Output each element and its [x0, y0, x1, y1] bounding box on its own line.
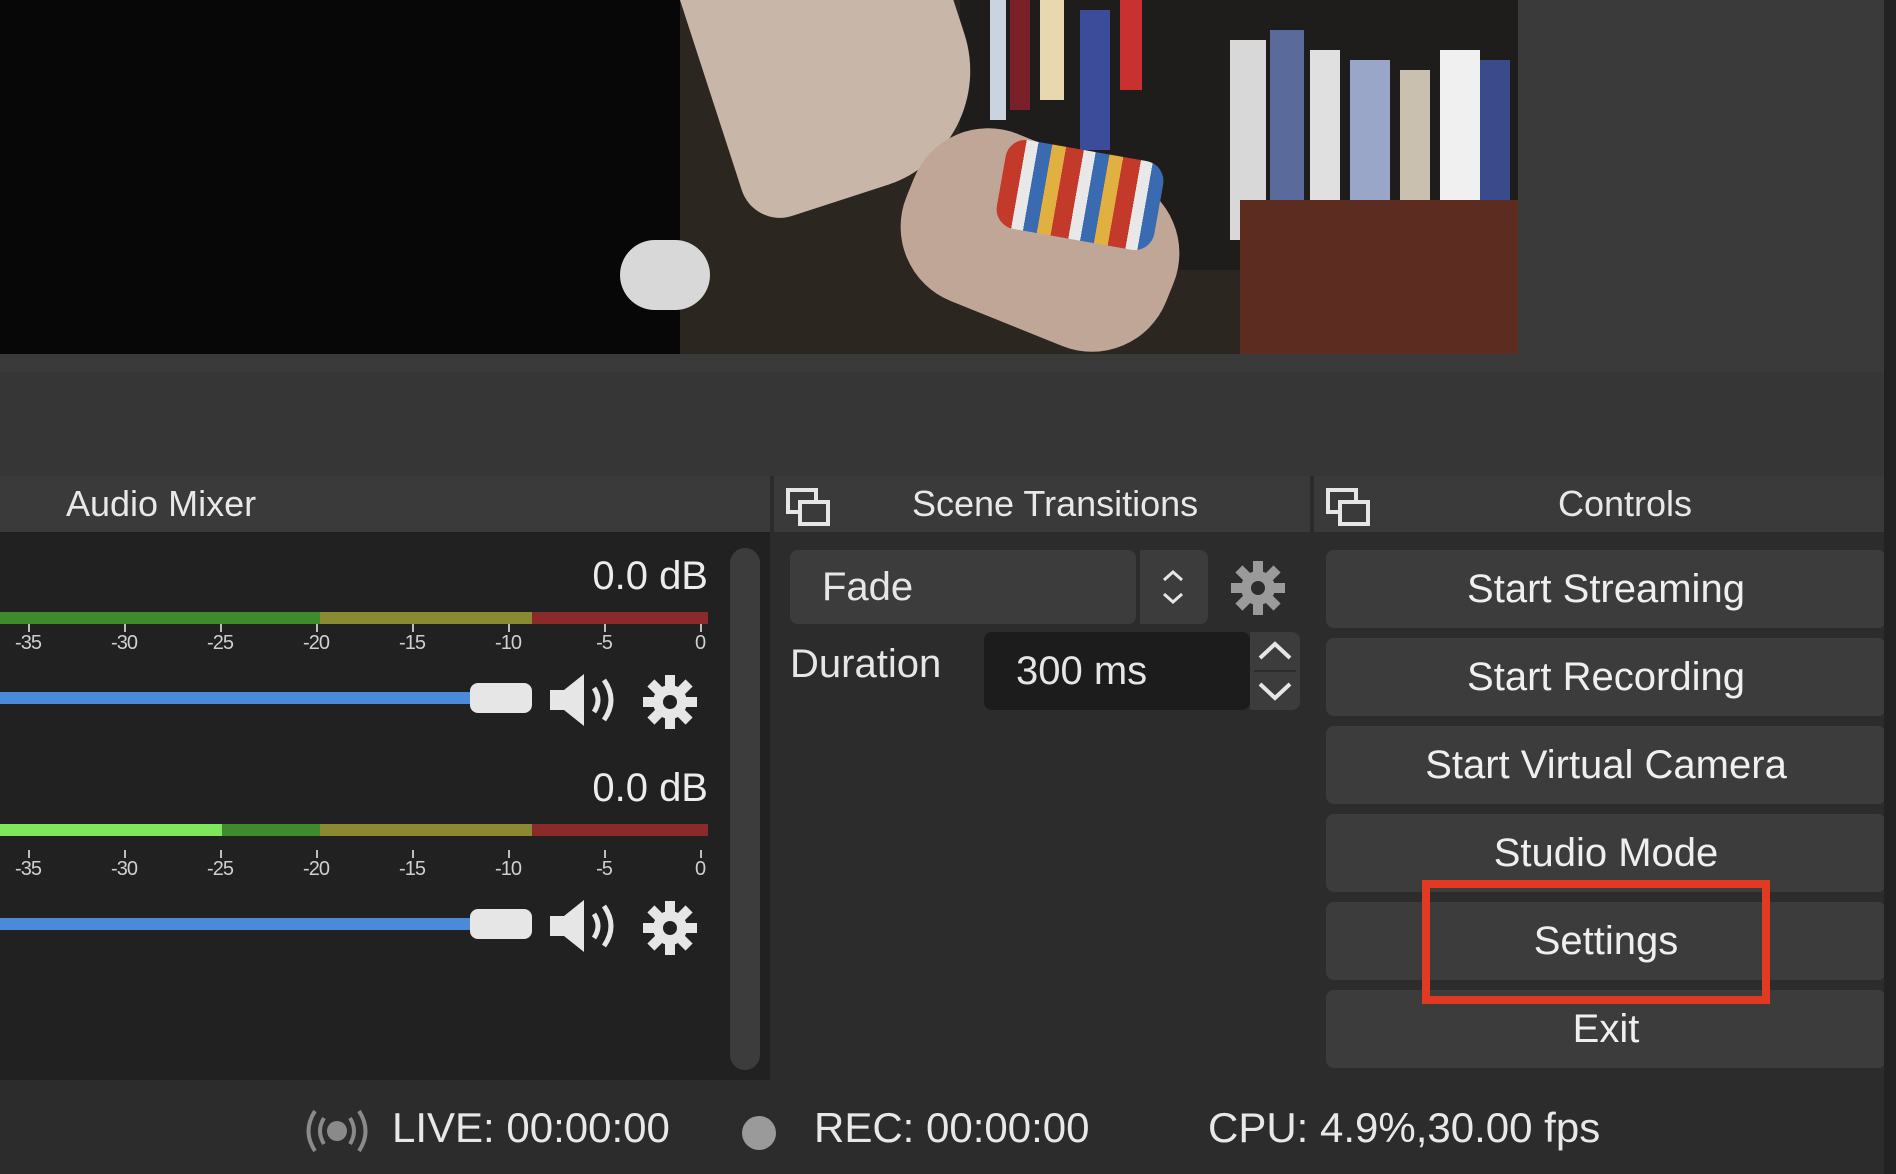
mixer-scrollbar[interactable]	[730, 548, 760, 1070]
db-tick-mark	[220, 850, 222, 858]
db-tick-mark	[604, 624, 606, 632]
db-tick-mark	[508, 624, 510, 632]
db-tick-label: -15	[399, 858, 426, 880]
speaker-icon[interactable]	[548, 672, 626, 728]
audio-mixer-panel: 0.0 dB -35 -30 -25 -20 -15 -10 -5 0 0.0 dB -35-…	[0, 532, 770, 1080]
gear-icon[interactable]	[642, 674, 698, 730]
start-virtual-camera-button[interactable]: Start Virtual Camera	[1326, 726, 1886, 804]
db-tick-mark	[316, 850, 318, 858]
duration-label: Duration	[790, 642, 942, 686]
db-tick-label: 0	[694, 858, 706, 880]
gear-icon[interactable]	[1230, 560, 1286, 616]
controls-title: Controls	[1558, 483, 1693, 524]
scene-transitions-header: Scene Transitions	[774, 476, 1310, 532]
channel-1-db-label: 0.0 dB	[592, 554, 708, 598]
channel-1-volume-handle[interactable]	[470, 683, 532, 713]
channel-2-db-label: 0.0 dB	[592, 766, 708, 810]
db-tick-label: -20	[303, 858, 330, 880]
popout-icon[interactable]	[1326, 488, 1372, 528]
db-tick-label: -25	[207, 632, 234, 654]
scene-transitions-panel: Fade Duration 300 ms	[774, 532, 1310, 1080]
channel-1-tick-scale: -35 -30 -25 -20 -15 -10 -5 0	[0, 624, 708, 654]
settings-highlight	[1422, 880, 1770, 1004]
preview-container	[0, 0, 1896, 372]
gear-icon[interactable]	[642, 900, 698, 956]
duration-input[interactable]: 300 ms	[984, 632, 1250, 710]
channel-2-volume-handle[interactable]	[470, 909, 532, 939]
db-tick-mark	[316, 624, 318, 632]
record-dot-icon	[742, 1116, 776, 1150]
broadcast-icon	[306, 1109, 368, 1153]
db-tick-label: -35	[15, 632, 42, 654]
audio-mixer-header: Audio Mixer	[0, 476, 770, 532]
speaker-icon[interactable]	[548, 898, 626, 954]
window-edge	[1884, 0, 1896, 1174]
db-tick-mark	[124, 850, 126, 858]
db-tick-mark	[412, 850, 414, 858]
start-streaming-button[interactable]: Start Streaming	[1326, 550, 1886, 628]
rec-timer: REC: 00:00:00	[814, 1104, 1090, 1151]
db-tick-mark	[412, 624, 414, 632]
db-tick-label: -30	[111, 858, 138, 880]
channel-2-volume-slider[interactable]	[0, 918, 476, 930]
db-tick-label: -25	[207, 858, 234, 880]
db-tick-mark	[124, 624, 126, 632]
cpu-fps-readout: CPU: 4.9%,30.00 fps	[1208, 1104, 1601, 1151]
db-tick-mark	[700, 850, 702, 858]
db-tick-label: -35	[15, 858, 42, 880]
channel-2-meter	[0, 824, 708, 836]
db-tick-label: -5	[596, 858, 613, 880]
channel-1-volume-slider[interactable]	[0, 692, 476, 704]
db-tick-mark	[604, 850, 606, 858]
channel-1-meter	[0, 612, 708, 624]
scene-transitions-title: Scene Transitions	[912, 483, 1199, 524]
db-tick-mark	[28, 850, 30, 858]
db-tick-mark	[508, 850, 510, 858]
program-preview[interactable]	[0, 0, 1518, 354]
audio-mixer-title: Audio Mixer	[66, 483, 257, 524]
db-tick-label: -15	[399, 632, 426, 654]
db-tick-label: -20	[303, 632, 330, 654]
db-tick-mark	[220, 624, 222, 632]
popout-icon[interactable]	[786, 488, 832, 528]
duration-stepper[interactable]	[1250, 632, 1300, 710]
scenes-area	[0, 372, 1896, 476]
transition-select[interactable]: Fade	[790, 550, 1136, 624]
db-tick-mark	[28, 624, 30, 632]
db-tick-mark	[700, 624, 702, 632]
db-tick-label: -10	[495, 858, 522, 880]
controls-header: Controls	[1314, 476, 1896, 532]
status-bar: LIVE: 00:00:00 REC: 00:00:00 CPU: 4.9%,3…	[0, 1084, 1896, 1174]
db-tick-label: -5	[596, 632, 613, 654]
start-recording-button[interactable]: Start Recording	[1326, 638, 1886, 716]
db-tick-label: -10	[495, 632, 522, 654]
channel-2-tick-scale: -35 -30 -25 -20 -15 -10 -5 0	[0, 850, 708, 880]
updown-chevron-icon[interactable]	[1138, 550, 1208, 624]
db-tick-label: 0	[694, 632, 706, 654]
db-tick-label: -30	[111, 632, 138, 654]
live-timer: LIVE: 00:00:00	[392, 1104, 670, 1151]
